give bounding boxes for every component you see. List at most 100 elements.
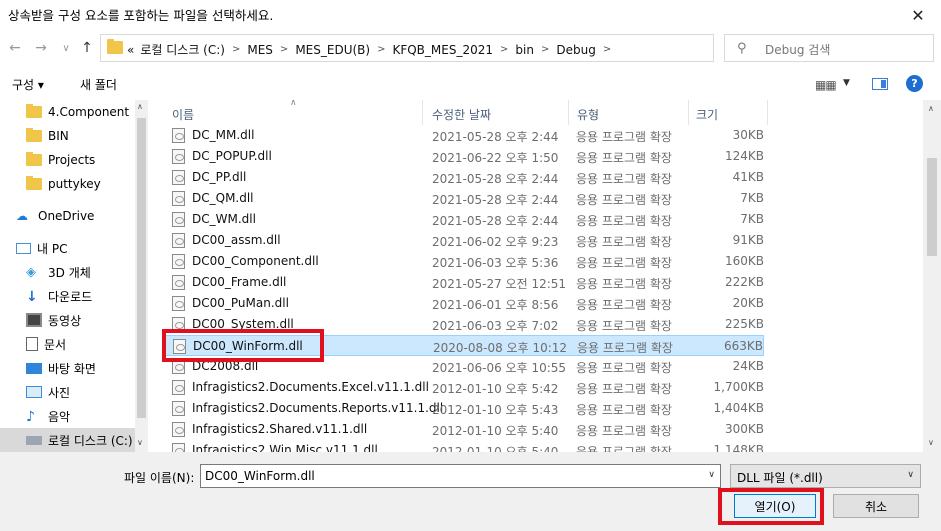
table-row[interactable]: Infragistics2.Documents.Reports.v11.1.dl… xyxy=(164,398,764,419)
file-list-scrollbar[interactable]: ∧ ∨ xyxy=(923,100,941,452)
column-divider[interactable] xyxy=(688,100,689,125)
file-name: Infragistics2.Documents.Reports.v11.1.dl… xyxy=(192,401,444,415)
table-row[interactable]: DC_POPUP.dll 2021-06-22 오후 1:50 응용 프로그램 확장… xyxy=(164,146,764,167)
sidebar-item-documents[interactable]: 문서 xyxy=(0,332,135,356)
file-type: 응용 프로그램 확장 xyxy=(576,130,672,144)
breadcrumb-item-mes-edu[interactable]: MES_EDU(B) xyxy=(295,43,370,57)
file-date: 2012-01-10 오후 5:42 xyxy=(432,382,559,396)
chevron-right-icon[interactable]: > xyxy=(541,44,549,55)
scroll-down-icon[interactable]: ∨ xyxy=(137,438,143,447)
file-date: 2012-01-10 오후 5:40 xyxy=(432,424,559,438)
chevron-right-icon[interactable]: > xyxy=(603,44,611,55)
column-divider[interactable] xyxy=(422,100,423,125)
recent-locations-button[interactable]: ∨ xyxy=(55,38,77,58)
sidebar-item-3d-objects[interactable]: ◈ 3D 개체 xyxy=(0,260,135,284)
sidebar-item-onedrive[interactable]: ☁ OneDrive xyxy=(0,204,135,228)
preview-pane-icon[interactable] xyxy=(872,78,888,90)
open-button[interactable]: 열기(O) xyxy=(734,494,816,518)
dialog-title: 상속받을 구성 요소를 포함하는 파일을 선택하세요. xyxy=(8,8,274,23)
sidebar-item-desktop[interactable]: 바탕 화면 xyxy=(0,356,135,380)
chevron-right-icon[interactable]: > xyxy=(280,44,288,55)
table-row[interactable]: DC00_assm.dll 2021-06-02 오후 9:23 응용 프로그램 확… xyxy=(164,230,764,251)
sidebar-item-4component[interactable]: 4.Component xyxy=(0,100,135,124)
help-icon[interactable]: ? xyxy=(906,75,923,92)
chevron-right-icon[interactable]: > xyxy=(232,44,240,55)
view-dropdown-icon[interactable]: ▼ xyxy=(843,78,850,88)
table-row[interactable]: DC_WM.dll 2021-05-28 오후 2:44 응용 프로그램 확장 7KB xyxy=(164,209,764,230)
filetype-value: DLL 파일 (*.dll) xyxy=(737,471,823,485)
file-name: DC00_Frame.dll xyxy=(192,275,287,289)
chevron-down-icon[interactable]: ∨ xyxy=(708,470,715,480)
file-date: 2021-05-27 오전 12:51 xyxy=(432,277,567,291)
column-name[interactable]: 이름 xyxy=(172,106,194,123)
file-date: 2021-05-28 오후 2:44 xyxy=(432,130,559,144)
file-size: 300KB xyxy=(724,422,764,436)
file-date: 2021-06-22 오후 1:50 xyxy=(432,151,559,165)
filename-value[interactable]: DC00_WinForm.dll xyxy=(205,469,315,483)
forward-button[interactable]: → xyxy=(30,38,52,58)
file-size: 222KB xyxy=(724,275,764,289)
sidebar-item-videos[interactable]: 동영상 xyxy=(0,308,135,332)
sidebar-scrollbar[interactable]: ∧ ∨ xyxy=(135,100,148,452)
back-button[interactable]: ← xyxy=(4,38,26,58)
file-type: 응용 프로그램 확장 xyxy=(576,382,672,396)
scroll-up-icon[interactable]: ∧ xyxy=(928,104,934,113)
column-divider[interactable] xyxy=(568,100,569,125)
breadcrumb-overflow[interactable]: « xyxy=(127,43,134,57)
sidebar-item-local-disk[interactable]: 로컬 디스크 (C:) xyxy=(0,428,135,452)
scroll-thumb[interactable] xyxy=(137,118,146,418)
chevron-right-icon[interactable]: > xyxy=(377,44,385,55)
sidebar-item-music[interactable]: ♪ 음악 xyxy=(0,404,135,428)
column-header: ∧ 이름 수정한 날짜 유형 크기 xyxy=(148,100,923,125)
sidebar-item-projects[interactable]: Projects xyxy=(0,148,135,172)
sidebar-item-mypc[interactable]: 내 PC xyxy=(0,236,135,260)
search-input[interactable]: ⚲ Debug 검색 xyxy=(724,34,934,62)
file-type: 응용 프로그램 확장 xyxy=(576,445,672,452)
table-row[interactable]: DC00_PuMan.dll 2021-06-01 오후 8:56 응용 프로그램 … xyxy=(164,293,764,314)
chevron-down-icon[interactable]: ∨ xyxy=(907,470,914,480)
sidebar-item-downloads[interactable]: ↓ 다운로드 xyxy=(0,284,135,308)
organize-button[interactable]: 구성 ▾ xyxy=(12,76,44,93)
breadcrumb-item-debug[interactable]: Debug xyxy=(556,43,595,57)
file-type: 응용 프로그램 확장 xyxy=(576,298,672,312)
sidebar-item-puttykey[interactable]: puttykey xyxy=(0,172,135,196)
scroll-thumb[interactable] xyxy=(927,158,937,256)
file-size: 225KB xyxy=(724,317,764,331)
file-size: 1,148KB xyxy=(713,443,764,452)
view-options-icon[interactable]: ▦▦ xyxy=(815,78,837,92)
breadcrumb-item-bin[interactable]: bin xyxy=(515,43,534,57)
table-row[interactable]: Infragistics2.Documents.Excel.v11.1.dll 2… xyxy=(164,377,764,398)
filetype-select[interactable]: DLL 파일 (*.dll) ∨ xyxy=(730,464,921,488)
column-date[interactable]: 수정한 날짜 xyxy=(432,106,491,123)
table-row[interactable]: DC_MM.dll 2021-05-28 오후 2:44 응용 프로그램 확장 30K… xyxy=(164,125,764,146)
address-bar[interactable]: « 로컬 디스크 (C:) > MES > MES_EDU(B) > KFQB_… xyxy=(100,34,803,62)
breadcrumb-item-mes[interactable]: MES xyxy=(247,43,273,57)
table-row[interactable]: DC_PP.dll 2021-05-28 오후 2:44 응용 프로그램 확장 41K… xyxy=(164,167,764,188)
sidebar-item-bin[interactable]: BIN xyxy=(0,124,135,148)
table-row[interactable]: DC00_Component.dll 2021-06-03 오후 5:36 응용 프… xyxy=(164,251,764,272)
cancel-button[interactable]: 취소 xyxy=(833,494,919,518)
up-button[interactable]: ↑ xyxy=(76,38,98,58)
dll-file-icon xyxy=(172,191,185,206)
chevron-right-icon[interactable]: > xyxy=(500,44,508,55)
column-type[interactable]: 유형 xyxy=(577,106,599,123)
filename-input[interactable]: DC00_WinForm.dll ∨ xyxy=(200,464,721,488)
breadcrumb-item-drive[interactable]: 로컬 디스크 (C:) xyxy=(140,41,225,58)
toolbar: 구성 ▾ 새 폴더 ▦▦ ▼ ? xyxy=(0,66,941,100)
column-divider[interactable] xyxy=(767,100,768,125)
scroll-down-icon[interactable]: ∨ xyxy=(928,438,934,447)
desktop-icon xyxy=(26,362,42,374)
breadcrumb-item-kfqb[interactable]: KFQB_MES_2021 xyxy=(392,43,493,57)
table-row[interactable]: DC_QM.dll 2021-05-28 오후 2:44 응용 프로그램 확장 7KB xyxy=(164,188,764,209)
table-row[interactable]: DC00_Frame.dll 2021-05-27 오전 12:51 응용 프로그램… xyxy=(164,272,764,293)
table-row[interactable]: Infragistics2.Win.Misc.v11.1.dll 2012-01-… xyxy=(164,440,764,452)
dll-file-icon xyxy=(172,233,185,248)
file-name: Infragistics2.Win.Misc.v11.1.dll xyxy=(192,443,378,452)
sidebar-item-pictures[interactable]: 사진 xyxy=(0,380,135,404)
column-size[interactable]: 크기 xyxy=(696,106,718,123)
close-button[interactable]: ✕ xyxy=(895,0,941,30)
table-row[interactable]: Infragistics2.Shared.v11.1.dll 2012-01-10… xyxy=(164,419,764,440)
new-folder-button[interactable]: 새 폴더 xyxy=(80,76,117,93)
scroll-up-icon[interactable]: ∧ xyxy=(137,102,143,111)
highlight-box-selected-file xyxy=(162,329,324,362)
